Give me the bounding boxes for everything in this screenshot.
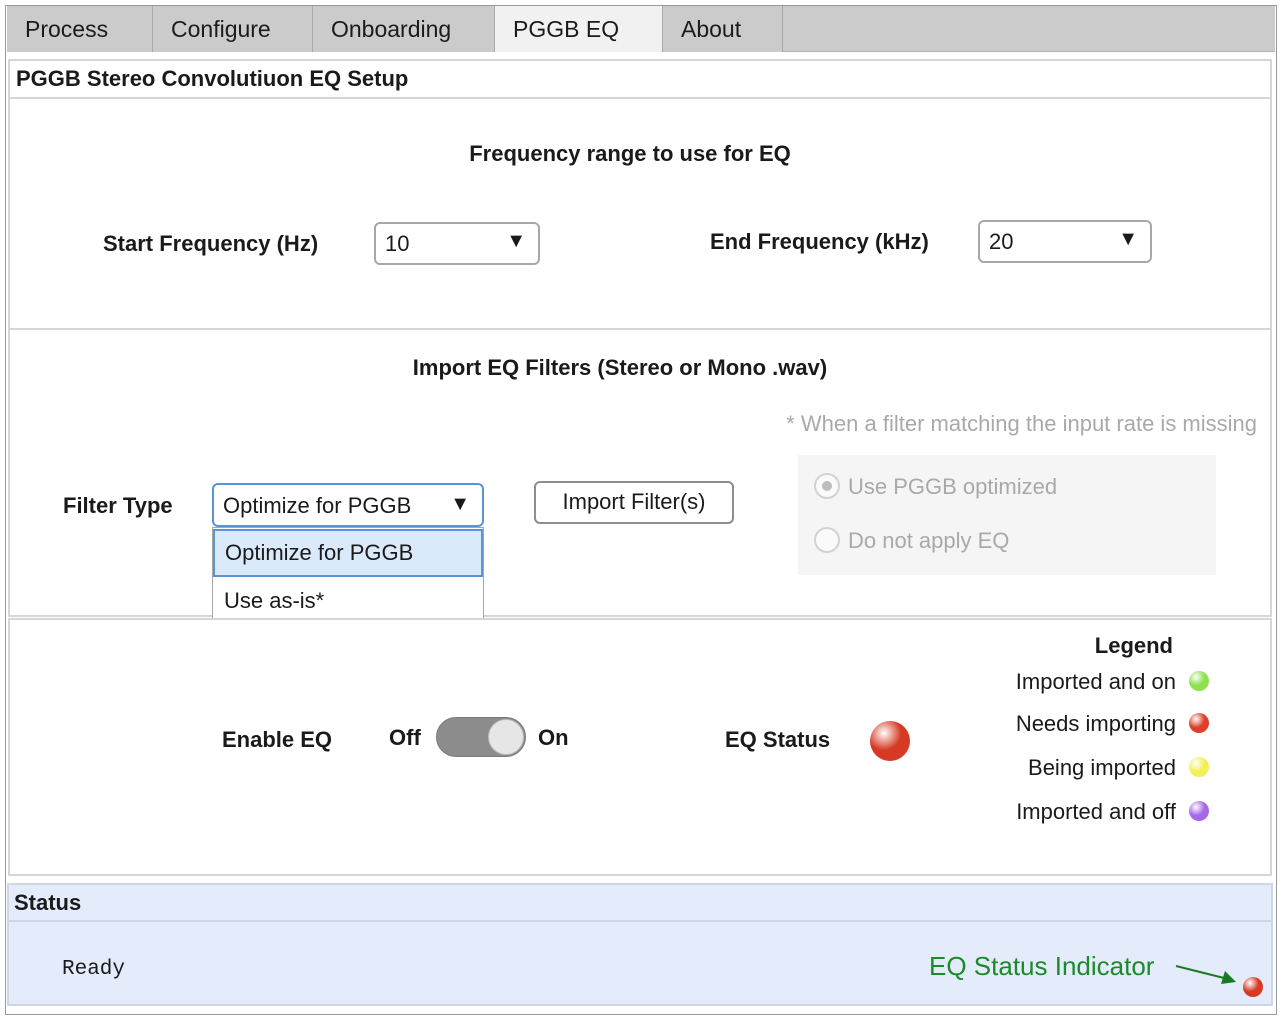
- legend-label-imported-off: Imported and off: [1016, 799, 1176, 824]
- tab-process[interactable]: Process: [7, 6, 153, 52]
- status-panel: [7, 883, 1273, 1006]
- legend-dot-needs-importing: [1189, 713, 1209, 733]
- toggle-on-label: On: [538, 725, 569, 750]
- missing-filter-options-box: [798, 455, 1216, 575]
- eq-status-label: EQ Status: [725, 727, 831, 752]
- tab-onboarding[interactable]: Onboarding: [313, 6, 495, 52]
- indicator-arrow-icon: [1175, 965, 1236, 984]
- dropdown-arrow-icon: ▼: [506, 230, 526, 252]
- radio-do-not-apply-eq-label: Do not apply EQ: [848, 528, 1010, 553]
- tab-pggb-eq[interactable]: PGGB EQ: [495, 6, 663, 52]
- toggle-off-label: Off: [389, 725, 421, 750]
- enable-eq-toggle[interactable]: [436, 717, 526, 757]
- frequency-section-title: Frequency range to use for EQ: [469, 141, 791, 166]
- legend-dot-imported-off: [1189, 801, 1209, 821]
- enable-eq-label: Enable EQ: [222, 727, 333, 752]
- legend-label-imported-on: Imported and on: [1015, 669, 1176, 694]
- filter-type-dropdown[interactable]: Optimize for PGGB ▼: [212, 483, 484, 527]
- legend-dot-being-imported: [1189, 757, 1209, 777]
- end-frequency-label: End Frequency (kHz): [710, 229, 929, 254]
- panel-title-divider: [10, 97, 1270, 99]
- section-divider: [10, 328, 1270, 330]
- status-title-divider: [9, 920, 1271, 922]
- radio-use-pggb-optimized[interactable]: [814, 473, 840, 499]
- import-filters-button[interactable]: Import Filter(s): [534, 481, 734, 524]
- start-frequency-value: 10: [385, 231, 410, 256]
- filter-type-label: Filter Type: [63, 493, 173, 518]
- missing-filter-note: * When a filter matching the input rate …: [786, 411, 1257, 436]
- end-frequency-dropdown[interactable]: 20 ▼: [978, 220, 1152, 263]
- legend-title: Legend: [1094, 633, 1173, 658]
- tab-about[interactable]: About: [663, 6, 783, 52]
- status-title: Status: [14, 890, 82, 915]
- legend-label-being-imported: Being imported: [1028, 755, 1176, 780]
- tab-configure[interactable]: Configure: [153, 6, 313, 52]
- end-frequency-value: 20: [989, 229, 1014, 254]
- legend-dot-imported-on: [1189, 671, 1209, 691]
- dropdown-arrow-icon: ▼: [1118, 228, 1138, 250]
- status-text: Ready: [62, 958, 126, 981]
- start-frequency-label: Start Frequency (Hz): [103, 231, 319, 256]
- radio-use-pggb-optimized-label: Use PGGB optimized: [848, 474, 1058, 499]
- legend-label-needs-importing: Needs importing: [1015, 711, 1176, 736]
- eq-status-indicator-dot: [1243, 977, 1263, 997]
- filter-option-optimize[interactable]: Optimize for PGGB: [213, 529, 483, 577]
- eq-status-light: [870, 721, 910, 761]
- dropdown-arrow-icon: ▼: [450, 493, 470, 515]
- toggle-knob: [488, 719, 524, 755]
- start-frequency-dropdown[interactable]: 10 ▼: [374, 222, 540, 265]
- import-section-title: Import EQ Filters (Stereo or Mono .wav): [412, 355, 828, 380]
- radio-do-not-apply-eq[interactable]: [814, 527, 840, 553]
- eq-status-indicator-label: EQ Status Indicator: [929, 951, 1155, 981]
- radio-selected-dot: [822, 481, 832, 491]
- filter-type-value: Optimize for PGGB: [223, 493, 412, 518]
- panel-title: PGGB Stereo Convolutiuon EQ Setup: [16, 66, 409, 91]
